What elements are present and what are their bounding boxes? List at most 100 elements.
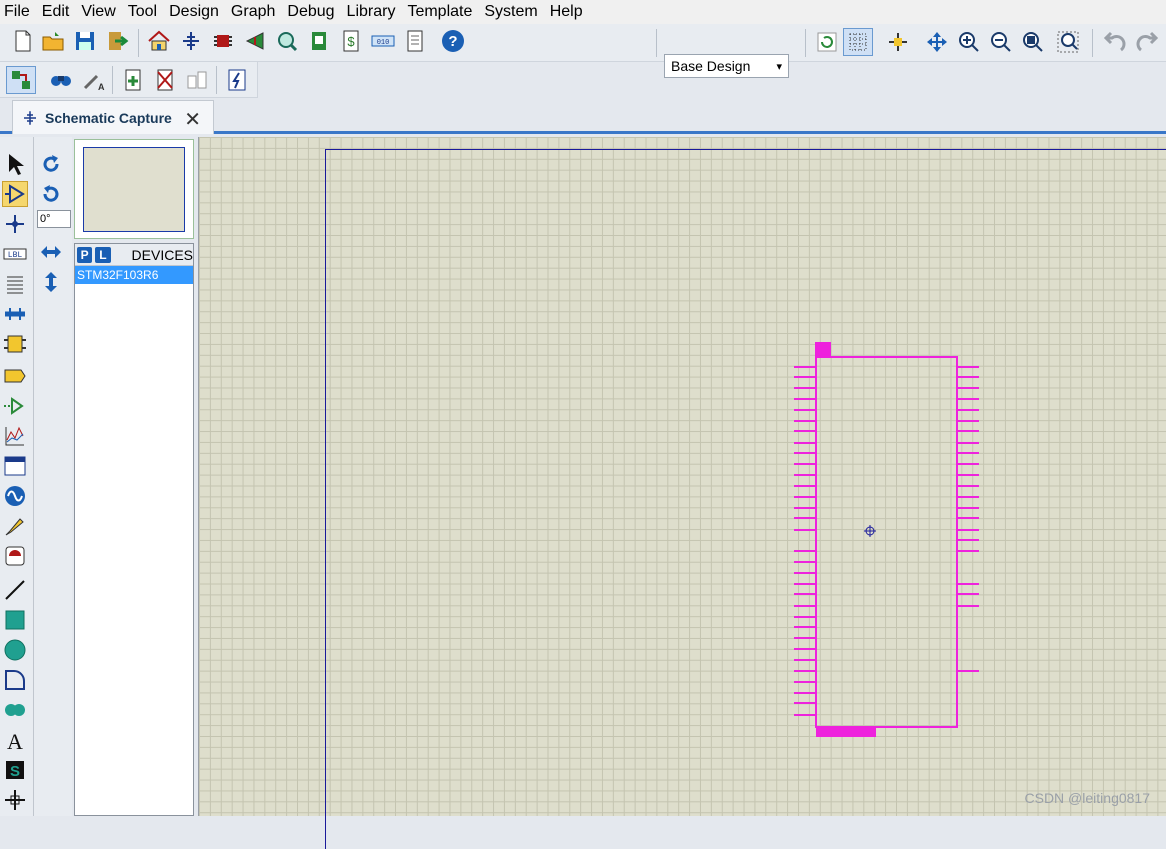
binary-icon[interactable]: 010 [370, 28, 396, 54]
zoom-all-icon[interactable] [1020, 29, 1046, 55]
design-explorer-icon[interactable] [306, 28, 332, 54]
redo-icon[interactable] [1134, 29, 1160, 55]
zoom-area-icon[interactable] [1055, 29, 1081, 55]
devices-panel: P L DEVICES STM32F103R6 [74, 243, 194, 816]
zoom-out-icon[interactable] [988, 29, 1014, 55]
pcb-icon[interactable] [210, 28, 236, 54]
menu-view[interactable]: View [81, 0, 123, 24]
orientation-toolbar [34, 137, 72, 816]
menu-graph[interactable]: Graph [231, 0, 283, 24]
pin1-marker [815, 342, 831, 357]
new-file-icon[interactable] [10, 28, 36, 54]
text-script-icon[interactable] [2, 271, 28, 297]
tape-recorder-icon[interactable] [2, 453, 28, 479]
voltage-probe-icon[interactable] [2, 513, 28, 539]
subcircuit-icon[interactable] [2, 331, 28, 357]
undo-icon[interactable] [1102, 29, 1128, 55]
select-mode-icon[interactable] [2, 151, 28, 177]
watermark: CSDN @leiting0817 [1024, 790, 1151, 806]
stm32-component[interactable] [199, 137, 1166, 816]
new-sheet-icon[interactable] [120, 67, 146, 93]
schematic-tab-icon [21, 109, 39, 127]
overview-window[interactable] [74, 139, 194, 239]
menu-file[interactable]: File [4, 0, 38, 24]
tab-label: Schematic Capture [45, 109, 172, 126]
text-tool-icon[interactable]: A [2, 727, 28, 753]
menu-template[interactable]: Template [407, 0, 480, 24]
chevron-down-icon: ▾ [776, 60, 782, 73]
menu-tool[interactable]: Tool [128, 0, 165, 24]
svg-text:$: $ [347, 34, 355, 49]
menu-debug[interactable]: Debug [287, 0, 342, 24]
virtual-instrument-icon[interactable] [2, 543, 28, 569]
path-tool-icon[interactable] [2, 697, 28, 723]
svg-text:A: A [7, 729, 23, 752]
svg-text:LBL: LBL [8, 251, 23, 260]
graph-icon[interactable] [2, 423, 28, 449]
pick-device-button[interactable]: P [77, 246, 93, 263]
wire-label-icon[interactable]: LBL [2, 241, 28, 267]
svg-text:A: A [98, 82, 105, 92]
pan-icon[interactable] [924, 29, 950, 55]
home-icon[interactable] [146, 28, 172, 54]
mirror-vertical-icon[interactable] [38, 269, 64, 295]
zoom-in-icon[interactable] [956, 29, 982, 55]
component-body [815, 356, 958, 728]
grid-toggle-icon[interactable] [843, 28, 873, 56]
marker-tool-icon[interactable] [2, 787, 28, 813]
devices-title: DEVICES [131, 246, 193, 263]
design-select-value: Base Design [671, 58, 751, 74]
box-tool-icon[interactable] [2, 607, 28, 633]
junction-icon[interactable] [2, 211, 28, 237]
rotate-anticlockwise-icon[interactable] [38, 181, 64, 207]
device-list-item[interactable]: STM32F103R6 [75, 266, 193, 284]
menu-system[interactable]: System [484, 0, 545, 24]
refresh-icon[interactable] [814, 29, 840, 55]
mode-toolbar: LBL A S [0, 137, 34, 816]
bottom-pin-bar [816, 727, 876, 737]
menu-help[interactable]: Help [550, 0, 591, 24]
property-assign-icon[interactable]: A [80, 67, 106, 93]
close-icon[interactable]: ✕ [184, 107, 201, 132]
design-select[interactable]: Base Design ▾ [664, 54, 789, 78]
delete-sheet-icon[interactable] [152, 67, 178, 93]
rotation-angle-input[interactable]: 0° [37, 210, 71, 228]
3d-view-icon[interactable] [242, 28, 268, 54]
svg-text:S: S [10, 763, 20, 780]
overview-sheet [83, 147, 185, 232]
svg-text:010: 010 [377, 39, 390, 47]
main-toolbar: $ 010 ? Base Design ▾ [0, 24, 1166, 78]
schematic-icon[interactable] [178, 28, 204, 54]
help-icon[interactable]: ? [440, 28, 466, 54]
menu-library[interactable]: Library [347, 0, 404, 24]
bus-icon[interactable] [2, 301, 28, 327]
arc-tool-icon[interactable] [2, 667, 28, 693]
line-tool-icon[interactable] [2, 577, 28, 603]
find-icon[interactable] [48, 67, 74, 93]
terminal-icon[interactable] [2, 363, 28, 389]
import-icon[interactable] [104, 28, 130, 54]
script-icon[interactable] [224, 67, 250, 93]
mirror-horizontal-icon[interactable] [38, 239, 64, 265]
open-file-icon[interactable] [40, 28, 66, 54]
notes-icon[interactable] [402, 28, 428, 54]
netlist-icon[interactable] [6, 66, 36, 94]
symbol-tool-icon[interactable]: S [2, 757, 28, 783]
tab-schematic-capture[interactable]: Schematic Capture ✕ [12, 100, 214, 134]
origin-icon[interactable] [885, 29, 911, 55]
parent-sheet-icon[interactable] [184, 67, 210, 93]
menu-design[interactable]: Design [169, 0, 227, 24]
bill-of-materials-icon[interactable]: $ [338, 28, 364, 54]
circle-tool-icon[interactable] [2, 637, 28, 663]
menu-edit[interactable]: Edit [42, 0, 78, 24]
save-icon[interactable] [72, 28, 98, 54]
library-manager-button[interactable]: L [95, 246, 111, 263]
component-mode-icon[interactable] [2, 181, 28, 207]
svg-text:?: ? [448, 33, 457, 50]
gerber-viewer-icon[interactable] [274, 28, 300, 54]
rotate-clockwise-icon[interactable] [38, 151, 64, 177]
schematic-canvas[interactable]: CSDN @leiting0817 [198, 137, 1166, 849]
generator-icon[interactable] [2, 483, 28, 509]
devices-header: P L DEVICES [75, 244, 193, 266]
device-pin-icon[interactable] [2, 393, 28, 419]
